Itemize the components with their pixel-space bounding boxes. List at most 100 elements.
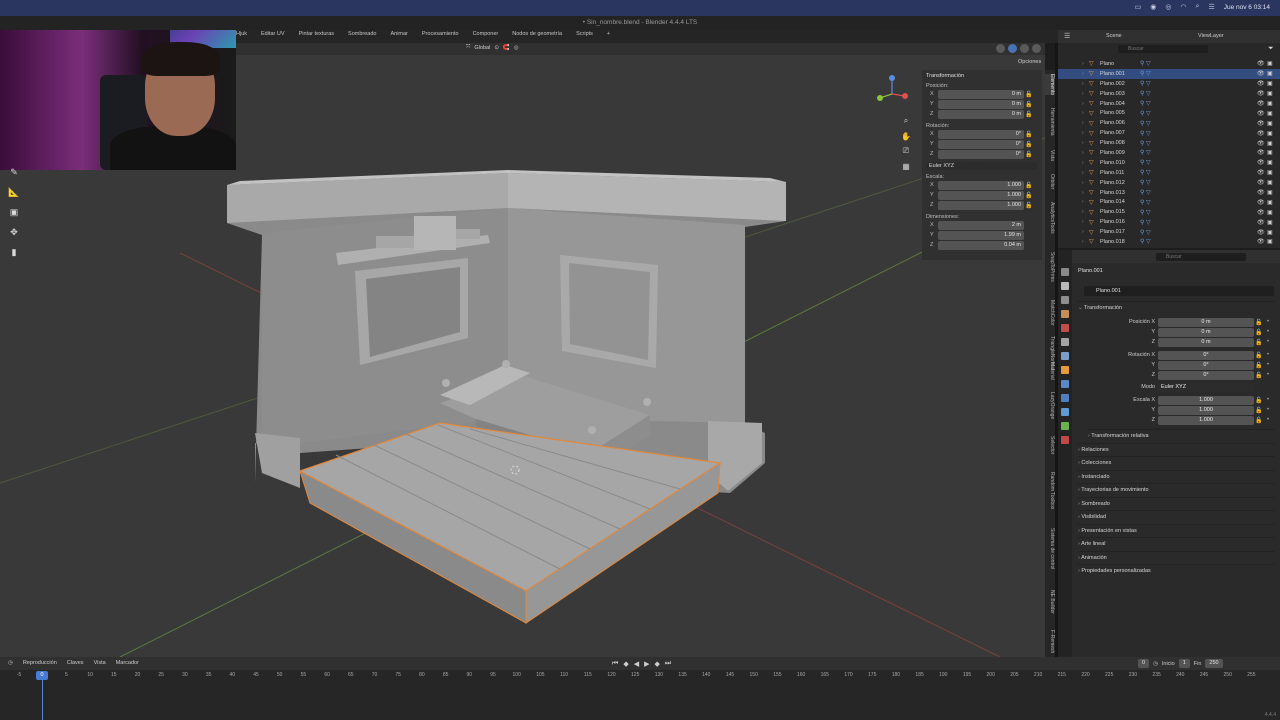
- section-visibilidad[interactable]: Visibilidad: [1078, 510, 1274, 522]
- prev-key-icon[interactable]: ◆: [623, 660, 628, 668]
- lock-icon[interactable]: 🔓: [1024, 192, 1034, 199]
- zoom-icon[interactable]: ⌕: [901, 116, 911, 126]
- expand-icon[interactable]: ›: [1082, 209, 1084, 215]
- modifier-icons[interactable]: ⚲ ▽: [1140, 120, 1151, 127]
- add-cube-tool-icon[interactable]: ▣: [7, 205, 21, 219]
- keyframe-icon[interactable]: •: [1264, 417, 1272, 423]
- outliner-item[interactable]: › ▽ Plano.001 ⚲ ▽ 👁 ▣: [1058, 68, 1280, 79]
- outliner-item-label[interactable]: Plano.005: [1100, 110, 1125, 116]
- lock-icon[interactable]: 🔓: [1024, 182, 1034, 189]
- search-icon[interactable]: ⌕: [1196, 3, 1200, 11]
- eye-icon[interactable]: 👁: [1257, 189, 1265, 196]
- expand-icon[interactable]: ›: [1082, 110, 1084, 116]
- expand-icon[interactable]: ›: [1082, 190, 1084, 196]
- outliner-item[interactable]: › ▽ Plano.008 ⚲ ▽ 👁 ▣: [1058, 138, 1280, 148]
- outliner-item[interactable]: › ▽ Plano.017 ⚲ ▽ 👁 ▣: [1058, 227, 1280, 237]
- wifi-icon[interactable]: ◠: [1180, 3, 1186, 11]
- proportional-icon[interactable]: ◎: [514, 45, 519, 51]
- lock-icon[interactable]: 🔓: [1254, 407, 1264, 414]
- camera-icon[interactable]: ⎚: [901, 146, 911, 156]
- rotation-mode-dropdown[interactable]: Euler XYZ: [1158, 382, 1254, 392]
- tab-orbiter[interactable]: Orbiter: [1045, 174, 1055, 189]
- outliner-item-label[interactable]: Plano.015: [1100, 209, 1125, 215]
- object-tab-icon[interactable]: [1061, 366, 1069, 374]
- dim-y-field[interactable]: 1.99 m: [938, 230, 1024, 240]
- tab-ne-builder[interactable]: NE Builder: [1045, 590, 1055, 614]
- prop-scale-z[interactable]: 1.000: [1158, 415, 1254, 425]
- outliner-item-label[interactable]: Plano.011: [1100, 170, 1124, 176]
- expand-icon[interactable]: ›: [1082, 130, 1084, 136]
- eye-icon[interactable]: 👁: [1257, 199, 1265, 206]
- expand-icon[interactable]: ›: [1082, 140, 1084, 146]
- tab-hjuk[interactable]: Hjuk: [236, 31, 247, 37]
- modifier-icons[interactable]: ⚲ ▽: [1140, 189, 1151, 196]
- expand-icon[interactable]: ›: [1082, 199, 1084, 205]
- rot-z-field[interactable]: 0°: [938, 149, 1024, 159]
- pos-z-field[interactable]: 0 m: [938, 109, 1024, 119]
- section-trayectorias[interactable]: Trayectorias de movimiento: [1078, 483, 1274, 495]
- outliner-item[interactable]: › ▽ Plano.003 ⚲ ▽ 👁 ▣: [1058, 89, 1280, 99]
- eye-icon[interactable]: 👁: [1257, 219, 1265, 226]
- playhead-frame[interactable]: 0: [36, 671, 48, 680]
- outliner-item[interactable]: › ▽ Plano.012 ⚲ ▽ 👁 ▣: [1058, 178, 1280, 188]
- modifier-tab-icon[interactable]: [1061, 380, 1069, 388]
- render-camera-icon[interactable]: ▣: [1267, 100, 1273, 107]
- play-icon[interactable]: ▶: [644, 660, 649, 668]
- prop-pos-y[interactable]: 0 m: [1158, 327, 1254, 337]
- record-icon[interactable]: ◉: [1150, 3, 1156, 11]
- snap-icon[interactable]: 🧲: [503, 45, 510, 51]
- object-name-field[interactable]: Plano.001: [1084, 286, 1274, 296]
- modifier-icons[interactable]: ⚲ ▽: [1140, 100, 1151, 107]
- eye-icon[interactable]: 👁: [1257, 70, 1265, 77]
- tab-lazyorange[interactable]: LazyOrange: [1045, 392, 1055, 419]
- pos-y-field[interactable]: 0 m: [938, 99, 1024, 109]
- measure-tool-icon[interactable]: 📐: [7, 185, 21, 199]
- timeline-editor-icon[interactable]: ◷: [8, 660, 13, 666]
- outliner-item[interactable]: › ▽ Plano.016 ⚲ ▽ 👁 ▣: [1058, 217, 1280, 227]
- collection-tab-icon[interactable]: [1061, 352, 1069, 360]
- lock-icon[interactable]: 🔓: [1254, 397, 1264, 404]
- outliner-item[interactable]: › ▽ Plano.018 ⚲ ▽ 👁 ▣: [1058, 237, 1280, 247]
- lock-icon[interactable]: 🔓: [1024, 101, 1034, 108]
- control-icon[interactable]: ◎: [1165, 3, 1171, 11]
- outliner-item[interactable]: › ▽ Plano ⚲ ▽ 👁 ▣: [1058, 59, 1280, 69]
- section-transformacion-relativa[interactable]: Transformación relativa: [1088, 429, 1274, 441]
- tab-procesamiento[interactable]: Procesamiento: [422, 31, 459, 37]
- tab-sombreado[interactable]: Sombreado: [348, 31, 376, 37]
- expand-icon[interactable]: ›: [1082, 180, 1084, 186]
- modifier-icons[interactable]: ⚲ ▽: [1140, 130, 1151, 137]
- tab-vista[interactable]: Vista: [1045, 150, 1055, 161]
- render-camera-icon[interactable]: ▣: [1267, 199, 1273, 206]
- modifier-icons[interactable]: ⚲ ▽: [1140, 80, 1151, 87]
- keyframe-icon[interactable]: •: [1264, 319, 1272, 325]
- scale-z-field[interactable]: 1.000: [938, 200, 1024, 210]
- render-camera-icon[interactable]: ▣: [1267, 80, 1273, 87]
- outliner-item[interactable]: › ▽ Plano.011 ⚲ ▽ 👁 ▣: [1058, 168, 1280, 178]
- end-frame-field[interactable]: 250: [1205, 659, 1223, 668]
- lock-icon[interactable]: 🔓: [1024, 202, 1034, 209]
- outliner-item-label[interactable]: Plano.014: [1100, 199, 1125, 205]
- render-camera-icon[interactable]: ▣: [1267, 229, 1273, 236]
- tab-sistema-control[interactable]: Sistema de control: [1045, 528, 1055, 569]
- eye-icon[interactable]: 👁: [1257, 179, 1265, 186]
- render-camera-icon[interactable]: ▣: [1267, 70, 1273, 77]
- solid-shading-icon[interactable]: [1008, 44, 1017, 53]
- expand-icon[interactable]: ›: [1082, 229, 1084, 235]
- menu-marcador[interactable]: Marcador: [116, 660, 139, 666]
- properties-search-input[interactable]: Buscar: [1156, 253, 1246, 261]
- wireframe-shading-icon[interactable]: [996, 44, 1005, 53]
- lock-icon[interactable]: 🔓: [1024, 141, 1034, 148]
- lock-icon[interactable]: 🔓: [1254, 339, 1264, 346]
- outliner-item[interactable]: › ▽ Plano.006 ⚲ ▽ 👁 ▣: [1058, 118, 1280, 128]
- outliner-item-label[interactable]: Plano.001: [1100, 71, 1125, 77]
- render-camera-icon[interactable]: ▣: [1267, 110, 1273, 117]
- modifier-icons[interactable]: ⚲ ▽: [1140, 229, 1151, 236]
- modifier-icons[interactable]: ⚲ ▽: [1140, 199, 1151, 206]
- prop-rot-y[interactable]: 0°: [1158, 360, 1254, 370]
- tab-matchcolor[interactable]: MatchColor: [1045, 300, 1055, 326]
- outliner-item[interactable]: › ▽ Plano.005 ⚲ ▽ 👁 ▣: [1058, 108, 1280, 118]
- keyframe-icon[interactable]: •: [1264, 352, 1272, 358]
- modifier-icons[interactable]: ⚲ ▽: [1140, 70, 1151, 77]
- prop-pos-z[interactable]: 0 m: [1158, 337, 1254, 347]
- prop-rot-z[interactable]: 0°: [1158, 370, 1254, 380]
